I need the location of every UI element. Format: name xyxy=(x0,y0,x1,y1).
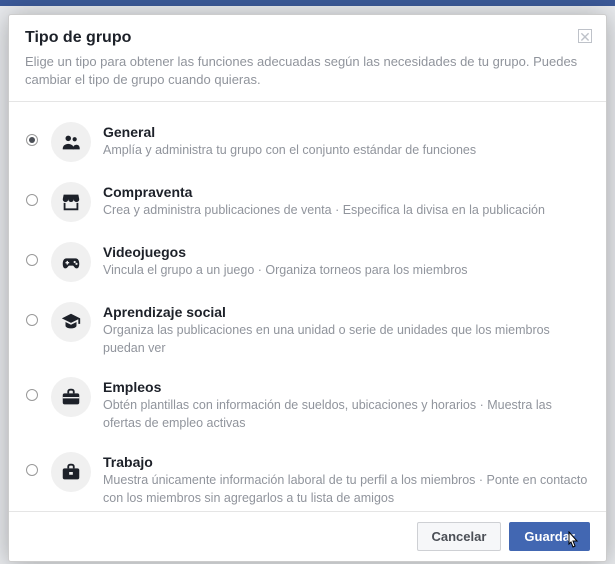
modal-footer: Cancelar Guardar xyxy=(9,511,606,561)
option-title: Empleos xyxy=(103,379,590,395)
save-button[interactable]: Guardar xyxy=(509,522,590,551)
people-icon xyxy=(51,122,91,162)
gamepad-icon xyxy=(51,242,91,282)
storefront-icon xyxy=(51,182,91,222)
radio-learning[interactable] xyxy=(26,314,38,326)
group-type-modal: Tipo de grupo Elige un tipo para obtener… xyxy=(8,14,607,562)
option-title: Videojuegos xyxy=(103,244,590,260)
app-topbar xyxy=(0,0,615,6)
group-type-option-general[interactable]: General Amplía y administra tu grupo con… xyxy=(25,112,590,172)
close-icon[interactable]: ✕ xyxy=(578,29,592,43)
option-title: General xyxy=(103,124,590,140)
option-desc: Obtén plantillas con información de suel… xyxy=(103,397,590,432)
group-type-option-gaming[interactable]: Videojuegos Vincula el grupo a un juego … xyxy=(25,232,590,292)
option-desc: Muestra únicamente información laboral d… xyxy=(103,472,590,507)
option-title: Compraventa xyxy=(103,184,590,200)
option-title: Trabajo xyxy=(103,454,590,470)
option-desc: Vincula el grupo a un juego · Organiza t… xyxy=(103,262,590,280)
group-type-option-work[interactable]: Trabajo Muestra únicamente información l… xyxy=(25,442,590,511)
group-type-option-jobs[interactable]: Empleos Obtén plantillas con información… xyxy=(25,367,590,442)
radio-jobs[interactable] xyxy=(26,389,38,401)
cancel-button[interactable]: Cancelar xyxy=(417,522,502,551)
option-desc: Organiza las publicaciones en una unidad… xyxy=(103,322,590,357)
group-type-option-learning[interactable]: Aprendizaje social Organiza las publicac… xyxy=(25,292,590,367)
briefcase-icon xyxy=(51,377,91,417)
radio-work[interactable] xyxy=(26,464,38,476)
option-desc: Crea y administra publicaciones de venta… xyxy=(103,202,590,220)
modal-subtitle: Elige un tipo para obtener las funciones… xyxy=(25,53,590,89)
group-type-option-buysell[interactable]: Compraventa Crea y administra publicacio… xyxy=(25,172,590,232)
modal-body: General Amplía y administra tu grupo con… xyxy=(9,102,606,511)
option-title: Aprendizaje social xyxy=(103,304,590,320)
radio-gaming[interactable] xyxy=(26,254,38,266)
option-desc: Amplía y administra tu grupo con el conj… xyxy=(103,142,590,160)
work-briefcase-icon xyxy=(51,452,91,492)
modal-header: Tipo de grupo Elige un tipo para obtener… xyxy=(9,15,606,102)
modal-title: Tipo de grupo xyxy=(25,29,590,47)
radio-buysell[interactable] xyxy=(26,194,38,206)
radio-general[interactable] xyxy=(26,134,38,146)
graduation-icon xyxy=(51,302,91,342)
